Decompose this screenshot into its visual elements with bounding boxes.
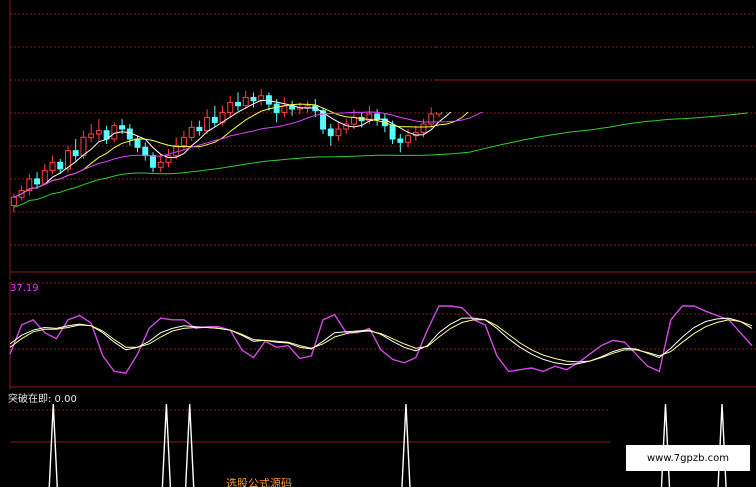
signal-indicator-label: 突破在即: 0.00 xyxy=(8,394,77,405)
candle-up xyxy=(204,116,211,132)
price-clip xyxy=(436,0,756,112)
stock-chart xyxy=(0,0,756,487)
candle-up xyxy=(405,135,412,143)
candle-down xyxy=(389,125,396,140)
oscillator-line-osc_d xyxy=(9,317,753,366)
candle-down xyxy=(265,95,272,105)
candle-up xyxy=(335,128,342,137)
candle-down xyxy=(397,138,404,143)
partial-caption: 选股公式源码 xyxy=(226,478,292,487)
candle-up xyxy=(41,170,48,185)
oscillator-panel xyxy=(9,282,756,390)
candle-up xyxy=(157,161,164,168)
candle-down xyxy=(196,126,203,132)
candle-down xyxy=(327,128,334,137)
candle-down xyxy=(134,138,141,148)
signal-spike xyxy=(48,403,58,487)
candle-up xyxy=(420,123,427,133)
candle-up xyxy=(111,125,118,140)
candle-up xyxy=(95,130,102,135)
candle-down xyxy=(126,128,133,140)
price-panel xyxy=(9,0,756,280)
candle-up xyxy=(281,105,288,113)
signal-spike xyxy=(161,403,172,487)
signal-spike xyxy=(401,403,411,487)
candle-down xyxy=(150,155,156,168)
candle-down xyxy=(34,178,41,185)
candle-up xyxy=(49,161,56,172)
candle-down xyxy=(57,161,64,170)
watermark: www.7gpzb.com xyxy=(626,445,750,471)
candle-down xyxy=(211,116,218,123)
candle-up xyxy=(88,133,95,138)
candle-down xyxy=(119,125,126,130)
candle-up xyxy=(80,136,87,157)
candle-up xyxy=(180,136,187,147)
candle-down xyxy=(250,96,257,102)
oscillator-value-label: 37.19 xyxy=(10,283,39,294)
candle-up xyxy=(10,196,17,206)
oscillator-line-osc_k xyxy=(9,305,753,374)
candle-down xyxy=(235,101,241,107)
oscillator-line-osc_j xyxy=(9,319,753,363)
candle-up xyxy=(173,145,180,157)
candle-up xyxy=(227,101,234,113)
candle-down xyxy=(273,103,280,113)
signal-panel xyxy=(10,403,727,487)
signal-spike xyxy=(184,403,195,487)
candle-down xyxy=(374,113,381,120)
candle-down xyxy=(72,150,79,157)
candle-down xyxy=(142,146,149,157)
candle-up xyxy=(188,126,195,138)
candle-up xyxy=(350,116,357,125)
candle-up xyxy=(304,105,311,108)
candle-up xyxy=(428,113,435,125)
candle-up xyxy=(242,96,249,107)
